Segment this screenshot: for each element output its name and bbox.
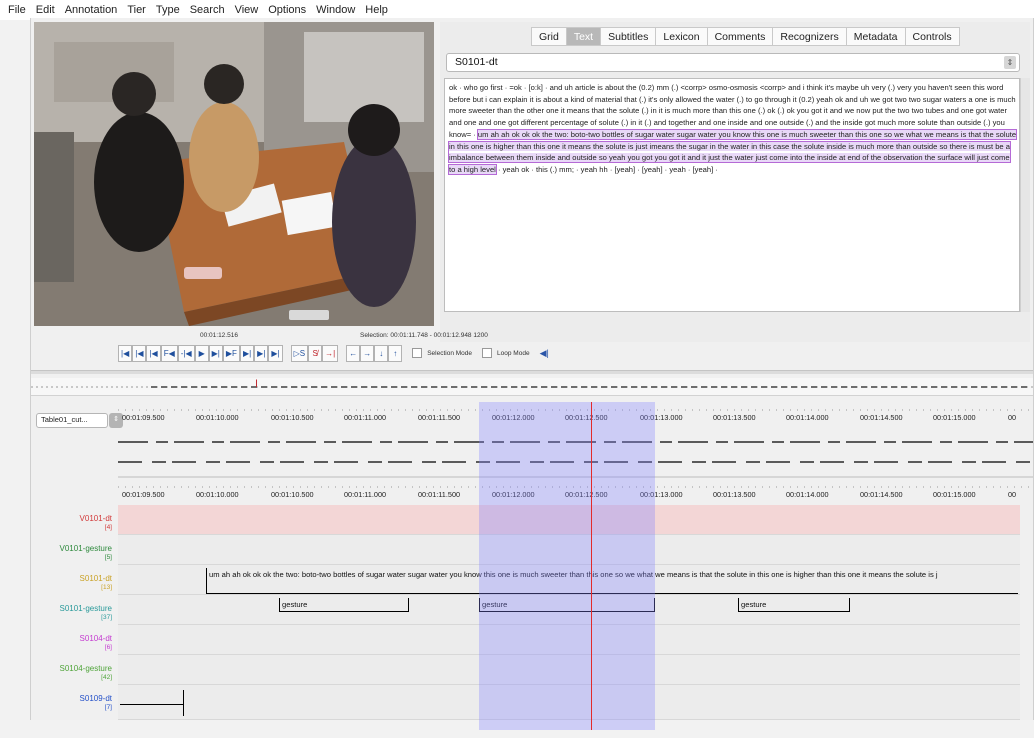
tick-label: 00 xyxy=(1008,490,1017,499)
tick-label: 00:01:09.500 xyxy=(122,490,165,499)
tab-recognizers[interactable]: Recognizers xyxy=(773,27,847,46)
tick-label: 00:01:11.000 xyxy=(344,490,387,499)
media-time: 00:01:12.516 xyxy=(200,332,238,339)
menu-search[interactable]: Search xyxy=(190,4,225,16)
right-arrow-button[interactable]: → xyxy=(360,344,375,362)
selection-mode-label: Selection Mode xyxy=(427,349,473,357)
down-arrow-button[interactable]: ↓ xyxy=(374,344,389,362)
annotation-s0109-dt[interactable] xyxy=(120,704,184,705)
menu-tier[interactable]: Tier xyxy=(127,4,146,16)
tick-label: 00:01:14.500 xyxy=(860,490,903,499)
overview-waveform xyxy=(31,386,1033,388)
view-tabs: Grid Text Subtitles Lexicon Comments Rec… xyxy=(531,27,960,47)
annotation-boundary xyxy=(183,690,184,716)
volume-icon[interactable]: ◀| xyxy=(540,348,549,359)
menu-annotation[interactable]: Annotation xyxy=(65,4,118,16)
tab-lexicon[interactable]: Lexicon xyxy=(656,27,708,46)
text-after: · yeah ok · this (.) mm; · yeah hh · [ye… xyxy=(495,164,718,174)
selection-end-button[interactable]: →| xyxy=(322,344,339,362)
overview-ruler[interactable] xyxy=(31,378,1033,396)
go-to-begin-button[interactable]: |◀ xyxy=(118,344,133,362)
next-frame-button[interactable]: ▶| xyxy=(254,344,269,362)
play-selection-button[interactable]: ▷S xyxy=(290,344,309,362)
clear-selection-button[interactable]: S̸ xyxy=(308,344,323,362)
tick-label: 00:01:11.500 xyxy=(418,490,461,499)
menu-edit[interactable]: Edit xyxy=(36,4,55,16)
selection-info: Selection: 00:01:11.748 - 00:01:12.948 1… xyxy=(360,332,488,339)
forward-second-button[interactable]: ▶| xyxy=(208,344,223,362)
back-second-button[interactable]: -|◀ xyxy=(177,344,195,362)
annotation-gesture[interactable]: gesture xyxy=(279,598,409,612)
tick-label: 00:01:13.500 xyxy=(713,490,756,499)
video-frame-illustration xyxy=(34,22,434,326)
left-arrow-button[interactable]: ← xyxy=(346,344,361,362)
menu-view[interactable]: View xyxy=(235,4,259,16)
menu-bar: File Edit Annotation Tier Type Search Vi… xyxy=(0,0,1034,20)
tab-text[interactable]: Text xyxy=(566,27,602,46)
tick-label: 00:01:10.000 xyxy=(196,490,239,499)
annotation-gesture[interactable]: gesture xyxy=(738,598,850,612)
tab-metadata[interactable]: Metadata xyxy=(846,27,906,46)
previous-pixel-button[interactable]: |◀ xyxy=(146,344,161,362)
previous-frame-button[interactable]: |◀ xyxy=(132,344,147,362)
menu-file[interactable]: File xyxy=(8,4,26,16)
tier-label-s0101-gesture[interactable]: S0101-gesture [37] xyxy=(31,595,116,625)
tick-label: 00:01:10.500 xyxy=(271,490,314,499)
up-arrow-button[interactable]: ↑ xyxy=(388,344,403,362)
step-forward-button[interactable]: ▶F xyxy=(222,344,240,362)
video-viewer[interactable] xyxy=(34,22,434,326)
loop-mode-label: Loop Mode xyxy=(497,349,530,357)
elan-window: { "menu": ["File","Edit","Annotation","T… xyxy=(0,0,1034,738)
step-back-button[interactable]: F◀ xyxy=(160,344,178,362)
media-controls: |◀ |◀ |◀ F◀ -|◀ ▶ ▶| ▶F ▶| ▶| ▶| ▷S S̸ →… xyxy=(118,344,549,362)
tab-controls[interactable]: Controls xyxy=(905,27,960,46)
chevron-updown-icon: ⇕ xyxy=(1004,56,1016,69)
menu-window[interactable]: Window xyxy=(316,4,355,16)
next-pixel-button[interactable]: ▶| xyxy=(239,344,255,362)
selection-mode-checkbox[interactable] xyxy=(412,348,423,358)
tier-label-s0104-gesture[interactable]: S0104-gesture [42] xyxy=(31,655,116,685)
crosshair-cursor[interactable] xyxy=(591,402,592,730)
tier-label-s0104-dt[interactable]: S0104-dt [6] xyxy=(31,625,116,655)
tab-subtitles[interactable]: Subtitles xyxy=(601,27,657,46)
tier-label-s0101-dt[interactable]: S0101-dt [13] xyxy=(31,565,116,595)
menu-type[interactable]: Type xyxy=(156,4,180,16)
tab-grid[interactable]: Grid xyxy=(531,27,567,46)
tier-label-s0109-dt[interactable]: S0109-dt [7] xyxy=(31,685,116,715)
tier-label-v0101-dt[interactable]: V0101-dt [4] xyxy=(31,505,116,535)
tier-labels: V0101-dt [4] V0101-gesture [5] S0101-dt [13… xyxy=(31,505,116,715)
menu-options[interactable]: Options xyxy=(268,4,306,16)
tick-label: 00:01:14.000 xyxy=(786,490,829,499)
text-scrollbar[interactable] xyxy=(1020,78,1030,312)
overview-cursor-icon[interactable]: Ⅰ xyxy=(255,379,258,390)
tier-dropdown-value: S0101-dt xyxy=(455,56,498,68)
tier-label-v0101-gesture[interactable]: V0101-gesture [5] xyxy=(31,535,116,565)
tab-comments[interactable]: Comments xyxy=(707,27,774,46)
tick-label: 00:01:15.000 xyxy=(933,490,976,499)
tier-dropdown[interactable]: S0101-dt ⇕ xyxy=(446,53,1020,72)
play-button[interactable]: ▶ xyxy=(194,344,209,362)
text-view[interactable]: ok · who go first · =ok · [o:k] · and uh… xyxy=(444,78,1020,312)
split-divider[interactable] xyxy=(31,370,1033,374)
selection-band[interactable] xyxy=(479,402,655,730)
go-to-end-button[interactable]: ▶| xyxy=(268,344,283,362)
loop-mode-checkbox[interactable] xyxy=(482,348,493,358)
menu-help[interactable]: Help xyxy=(365,4,388,16)
